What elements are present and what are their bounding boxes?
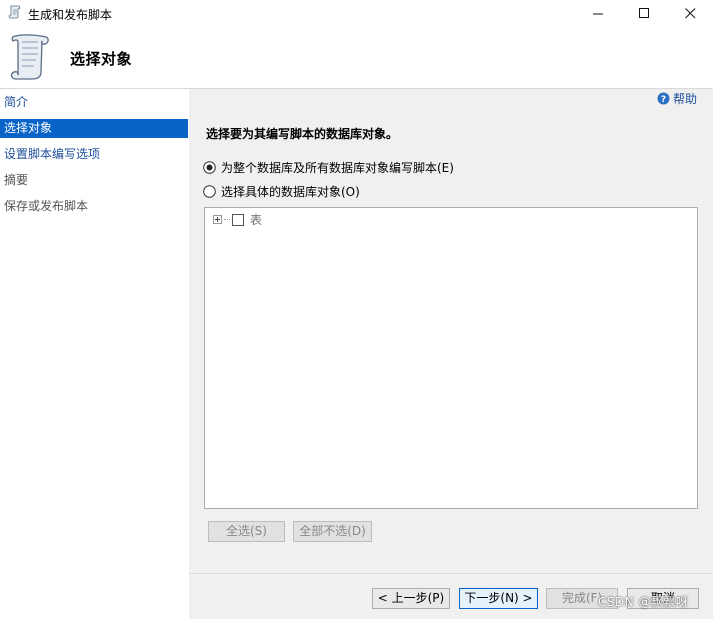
scroll-icon [8,5,21,19]
tree-item-label: 表 [250,213,263,227]
previous-button[interactable]: < 上一步(P) [372,588,450,609]
scroll-icon [10,34,49,80]
minimize-icon [592,13,603,14]
main-panel: ? 帮助 选择要为其编写脚本的数据库对象。 为整个数据库及所有数据库对象编写脚本… [189,89,713,619]
sidebar-item-summary: 摘要 [4,173,29,187]
tree-item-tables[interactable]: 表 [213,211,262,228]
maximize-button[interactable] [621,0,667,26]
object-tree[interactable]: 表 [204,207,698,509]
option-entire-database-label: 为整个数据库及所有数据库对象编写脚本(E) [221,161,454,175]
sidebar-item-select-objects[interactable]: 选择对象 [0,119,188,138]
title-bar: 生成和发布脚本 [0,0,713,26]
svg-text:?: ? [661,95,666,105]
select-all-button[interactable]: 全选(S) [208,521,285,542]
watermark: CSDN @飘飘呀 [598,595,689,609]
help-link[interactable]: ? 帮助 [657,90,697,107]
instruction-text: 选择要为其编写脚本的数据库对象。 [206,127,399,141]
tree-connector [224,219,230,220]
close-icon [684,7,695,18]
close-button[interactable] [667,0,713,26]
tree-checkbox[interactable] [232,213,244,226]
sidebar-item-scripting-options[interactable]: 设置脚本编写选项 [0,145,188,164]
minimize-button[interactable] [575,0,621,26]
wizard-sidebar: 简介 选择对象 设置脚本编写选项 摘要 保存或发布脚本 [0,89,188,618]
help-label: 帮助 [672,92,697,106]
help-icon: ? [657,92,670,105]
option-specific-objects[interactable]: 选择具体的数据库对象(O) [203,183,360,200]
radio-unchecked-icon[interactable] [203,185,216,198]
deselect-all-button[interactable]: 全部不选(D) [293,521,372,542]
radio-checked-icon[interactable] [203,161,216,174]
window-title: 生成和发布脚本 [28,8,113,22]
maximize-icon [638,7,649,18]
sidebar-item-intro[interactable]: 简介 [0,93,188,112]
wizard-header: 选择对象 [0,26,713,89]
option-entire-database[interactable]: 为整个数据库及所有数据库对象编写脚本(E) [203,159,454,176]
next-button[interactable]: 下一步(N) > [459,588,538,609]
option-specific-objects-label: 选择具体的数据库对象(O) [221,185,360,199]
expand-icon[interactable] [213,215,222,224]
sidebar-item-save-publish: 保存或发布脚本 [4,199,89,213]
page-title: 选择对象 [70,50,133,68]
